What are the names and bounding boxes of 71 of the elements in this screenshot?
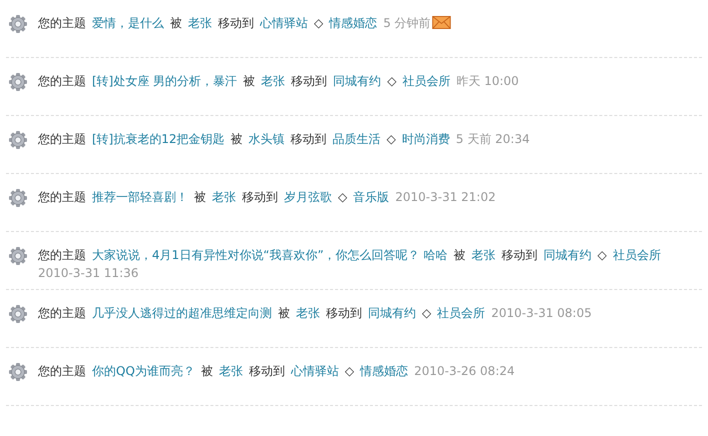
forum-link[interactable]: 情感婚恋 (329, 16, 378, 30)
gear-icon (8, 362, 28, 382)
separator-text: ◇ (344, 364, 354, 378)
forum-link[interactable]: 时尚消费 (402, 132, 450, 146)
timestamp: 2010-3-26 08:24 (414, 364, 515, 378)
topic-link[interactable]: 你的QQ为谁而亮？ (92, 364, 195, 378)
label-text: 移动到 (502, 248, 538, 262)
separator-text: ◇ (387, 74, 396, 88)
user-link[interactable]: 老张 (218, 364, 243, 378)
user-link[interactable]: 老张 (472, 248, 496, 262)
label-text: 您的主题 (38, 74, 86, 88)
label-text: 被 (278, 306, 290, 320)
separator-text: ◇ (386, 132, 396, 146)
label-text: 您的主题 (38, 364, 86, 378)
forum-link[interactable]: 音乐版 (353, 190, 390, 204)
label-text: 移动到 (242, 190, 278, 204)
label-text: 您的主题 (38, 16, 86, 30)
timestamp: 2010-3-31 11:36 (38, 266, 138, 280)
topic-link[interactable]: [转]抗衰老的12把金钥匙 (92, 132, 225, 146)
label-text: 您的主题 (38, 248, 86, 262)
timestamp: 5 天前 20:34 (456, 132, 530, 146)
forum-link[interactable]: 品质生活 (332, 132, 381, 146)
timestamp: 5 分钟前 (383, 16, 431, 30)
forum-link[interactable]: 社员会所 (402, 74, 450, 88)
topic-link[interactable]: 大家说说，4月1日有异性对你说“我喜欢你”，你怎么回答呢？ 哈哈 (92, 248, 448, 262)
user-link[interactable]: 老张 (296, 306, 320, 320)
forum-link[interactable]: 社员会所 (437, 306, 486, 320)
forum-link[interactable]: 情感婚恋 (360, 364, 408, 378)
separator-text: ◇ (422, 306, 432, 320)
label-text: 移动到 (248, 364, 285, 378)
gear-icon (8, 130, 28, 150)
label-text: 您的主题 (38, 306, 86, 320)
topic-link[interactable]: 推荐一部轻喜剧！ (92, 190, 188, 204)
forum-link[interactable]: 社员会所 (612, 248, 661, 262)
label-text: 被 (194, 190, 206, 204)
label-text: 被 (200, 364, 213, 378)
gear-icon (8, 188, 28, 208)
label-text: 您的主题 (38, 132, 86, 146)
label-text: 被 (230, 132, 243, 146)
label-text: 被 (243, 74, 256, 88)
label-text: 移动到 (291, 74, 328, 88)
separator-text: ◇ (598, 248, 607, 262)
label-text: 移动到 (326, 306, 362, 320)
label-text: 移动到 (218, 16, 254, 30)
timestamp: 2010-3-31 08:05 (491, 306, 592, 320)
gear-icon (8, 304, 28, 324)
gear-icon (8, 246, 28, 266)
forum-link[interactable]: 同城有约 (368, 306, 416, 320)
forum-link[interactable]: 心情驿站 (290, 364, 339, 378)
separator-text: ◇ (314, 16, 324, 30)
user-link[interactable]: 老张 (261, 74, 286, 88)
topic-link[interactable]: 爱情，是什么 (92, 16, 164, 30)
label-text: 移动到 (290, 132, 327, 146)
timestamp: 昨天 10:00 (456, 74, 519, 88)
label-text: 被 (454, 248, 466, 262)
timestamp: 2010-3-31 21:02 (395, 190, 496, 204)
user-link[interactable]: 老张 (188, 16, 212, 30)
forum-link[interactable]: 同城有约 (333, 74, 382, 88)
topic-link[interactable]: 几乎没人逃得过的超准思维定向测 (92, 306, 272, 320)
label-text: 被 (170, 16, 182, 30)
topic-link[interactable]: [转]处女座 男的分析，暴汗 (92, 74, 238, 88)
user-link[interactable]: 水头镇 (248, 132, 285, 146)
label-text: 您的主题 (38, 190, 86, 204)
separator-text: ◇ (338, 190, 348, 204)
forum-link[interactable]: 岁月弦歌 (284, 190, 332, 204)
forum-link[interactable]: 同城有约 (544, 248, 592, 262)
forum-link[interactable]: 心情驿站 (260, 16, 308, 30)
envelope-icon[interactable] (432, 16, 451, 29)
gear-icon (8, 14, 28, 34)
user-link[interactable]: 老张 (212, 190, 236, 204)
gear-icon (8, 72, 28, 92)
